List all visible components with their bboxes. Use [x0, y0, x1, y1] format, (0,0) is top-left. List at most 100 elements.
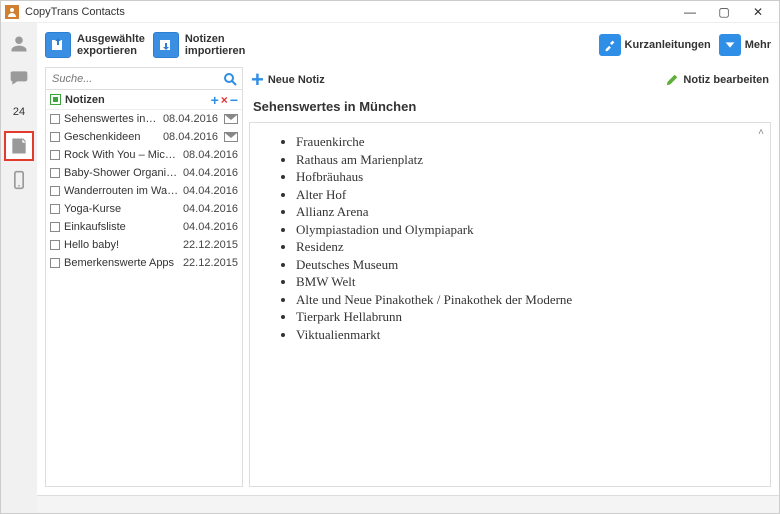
work-area: Notizen + × − Sehenswertes in München 08.… — [37, 67, 779, 495]
search-icon[interactable] — [222, 71, 238, 87]
row-date: 22.12.2015 — [183, 257, 238, 269]
row-checkbox[interactable] — [50, 258, 60, 268]
window-title: CopyTrans Contacts — [25, 6, 125, 18]
collapse-icon[interactable]: − — [230, 93, 238, 107]
row-label: Sehenswertes in München — [64, 113, 159, 125]
list-item[interactable]: Rock With You – Michael ... 08.04.2016 — [46, 146, 242, 164]
maximize-button[interactable]: ▢ — [707, 1, 741, 23]
detail-actions: + Neue Notiz Notiz bearbeiten — [249, 67, 771, 93]
new-note-label: Neue Notiz — [268, 74, 325, 86]
left-rail: 24 — [1, 23, 37, 513]
export-selected-button[interactable]: Ausgewählte exportieren — [45, 32, 145, 58]
rail-calendar[interactable]: 24 — [4, 97, 34, 127]
row-checkbox[interactable] — [50, 222, 60, 232]
list-item[interactable]: Yoga-Kurse 04.04.2016 — [46, 200, 242, 218]
list-item[interactable]: Hello baby! 22.12.2015 — [46, 236, 242, 254]
row-date: 08.04.2016 — [163, 113, 218, 125]
row-date: 08.04.2016 — [163, 131, 218, 143]
quick-guides-button[interactable]: Kurzanleitungen — [599, 34, 711, 56]
notes-list-panel: Notizen + × − Sehenswertes in München 08.… — [45, 67, 243, 487]
main-area: 24 Ausgewählte exportieren — [1, 23, 779, 513]
delete-icon[interactable]: × — [221, 94, 228, 106]
row-label: Wanderrouten im Wallis — [64, 185, 179, 197]
row-date: 04.04.2016 — [183, 167, 238, 179]
status-bar — [37, 495, 779, 513]
row-checkbox[interactable] — [50, 150, 60, 160]
list-item[interactable]: Baby-Shower Organisation 04.04.2016 — [46, 164, 242, 182]
row-checkbox[interactable] — [50, 114, 60, 124]
row-label: Baby-Shower Organisation — [64, 167, 179, 179]
bullet-item: Tierpark Hellabrunn — [296, 308, 760, 326]
list-item[interactable]: Sehenswertes in München 08.04.2016 — [46, 110, 242, 128]
rail-notes[interactable] — [4, 131, 34, 161]
bullet-item: Hofbräuhaus — [296, 168, 760, 186]
header-actions: + × − — [211, 93, 238, 107]
row-date: 08.04.2016 — [183, 149, 238, 161]
tools-icon — [599, 34, 621, 56]
rail-device[interactable] — [4, 165, 34, 195]
row-date: 22.12.2015 — [183, 239, 238, 251]
chevron-down-icon — [719, 34, 741, 56]
note-bullet-list: FrauenkircheRathaus am MarienplatzHofbrä… — [280, 133, 760, 344]
minimize-button[interactable]: — — [673, 1, 707, 23]
search-input[interactable] — [46, 71, 242, 87]
toolbar: Ausgewählte exportieren Notizen importie… — [37, 23, 779, 67]
row-label: Yoga-Kurse — [64, 203, 179, 215]
quick-guides-label: Kurzanleitungen — [625, 39, 711, 51]
row-date: 04.04.2016 — [183, 185, 238, 197]
row-checkbox[interactable] — [50, 204, 60, 214]
bullet-item: Olympiastadion und Olympiapark — [296, 221, 760, 239]
app-icon — [5, 5, 19, 19]
bullet-item: Rathaus am Marienplatz — [296, 151, 760, 169]
row-checkbox[interactable] — [50, 240, 60, 250]
add-icon[interactable]: + — [211, 93, 219, 107]
pencil-icon — [665, 73, 679, 87]
rail-messages[interactable] — [4, 63, 34, 93]
plus-icon: + — [251, 69, 264, 91]
bullet-item: Deutsches Museum — [296, 256, 760, 274]
row-label: Bemerkenswerte Apps — [64, 257, 179, 269]
bullet-item: BMW Welt — [296, 273, 760, 291]
list-header-label: Notizen — [65, 94, 207, 106]
scroll-up-arrow[interactable]: ˄ — [754, 125, 768, 139]
notes-list: Sehenswertes in München08.04.2016Geschen… — [46, 110, 242, 486]
bullet-item: Alter Hof — [296, 186, 760, 204]
list-item[interactable]: Einkaufsliste 04.04.2016 — [46, 218, 242, 236]
calendar-icon: 24 — [13, 106, 25, 118]
titlebar: CopyTrans Contacts — ▢ ✕ — [1, 1, 779, 23]
import-icon — [153, 32, 179, 58]
note-body[interactable]: ˄ FrauenkircheRathaus am MarienplatzHofb… — [249, 123, 771, 487]
note-title: Sehenswertes in München — [249, 93, 771, 123]
row-checkbox[interactable] — [50, 186, 60, 196]
row-date: 04.04.2016 — [183, 203, 238, 215]
rail-contacts[interactable] — [4, 29, 34, 59]
row-checkbox[interactable] — [50, 132, 60, 142]
export-icon — [45, 32, 71, 58]
mail-icon — [224, 114, 238, 124]
export-label: Ausgewählte exportieren — [77, 33, 145, 57]
row-label: Rock With You – Michael ... — [64, 149, 179, 161]
edit-note-button[interactable]: Notiz bearbeiten — [665, 73, 769, 87]
row-checkbox[interactable] — [50, 168, 60, 178]
bullet-item: Alte und Neue Pinakothek / Pinakothek de… — [296, 291, 760, 309]
select-all-checkbox[interactable] — [50, 94, 61, 105]
more-button[interactable]: Mehr — [719, 34, 771, 56]
list-item[interactable]: Geschenkideen 08.04.2016 — [46, 128, 242, 146]
row-label: Einkaufsliste — [64, 221, 179, 233]
import-notes-button[interactable]: Notizen importieren — [153, 32, 246, 58]
row-label: Geschenkideen — [64, 131, 159, 143]
list-item[interactable]: Bemerkenswerte Apps 22.12.2015 — [46, 254, 242, 272]
edit-note-label: Notiz bearbeiten — [683, 74, 769, 86]
close-button[interactable]: ✕ — [741, 1, 775, 23]
row-date: 04.04.2016 — [183, 221, 238, 233]
list-item[interactable]: Wanderrouten im Wallis 04.04.2016 — [46, 182, 242, 200]
bullet-item: Allianz Arena — [296, 203, 760, 221]
bullet-item: Viktualienmarkt — [296, 326, 760, 344]
more-label: Mehr — [745, 39, 771, 51]
import-label: Notizen importieren — [185, 33, 246, 57]
row-label: Hello baby! — [64, 239, 179, 251]
new-note-button[interactable]: + Neue Notiz — [251, 69, 325, 91]
search-box — [46, 68, 242, 90]
note-detail-panel: + Neue Notiz Notiz bearbeiten Sehenswert… — [249, 67, 771, 487]
mail-icon — [224, 132, 238, 142]
